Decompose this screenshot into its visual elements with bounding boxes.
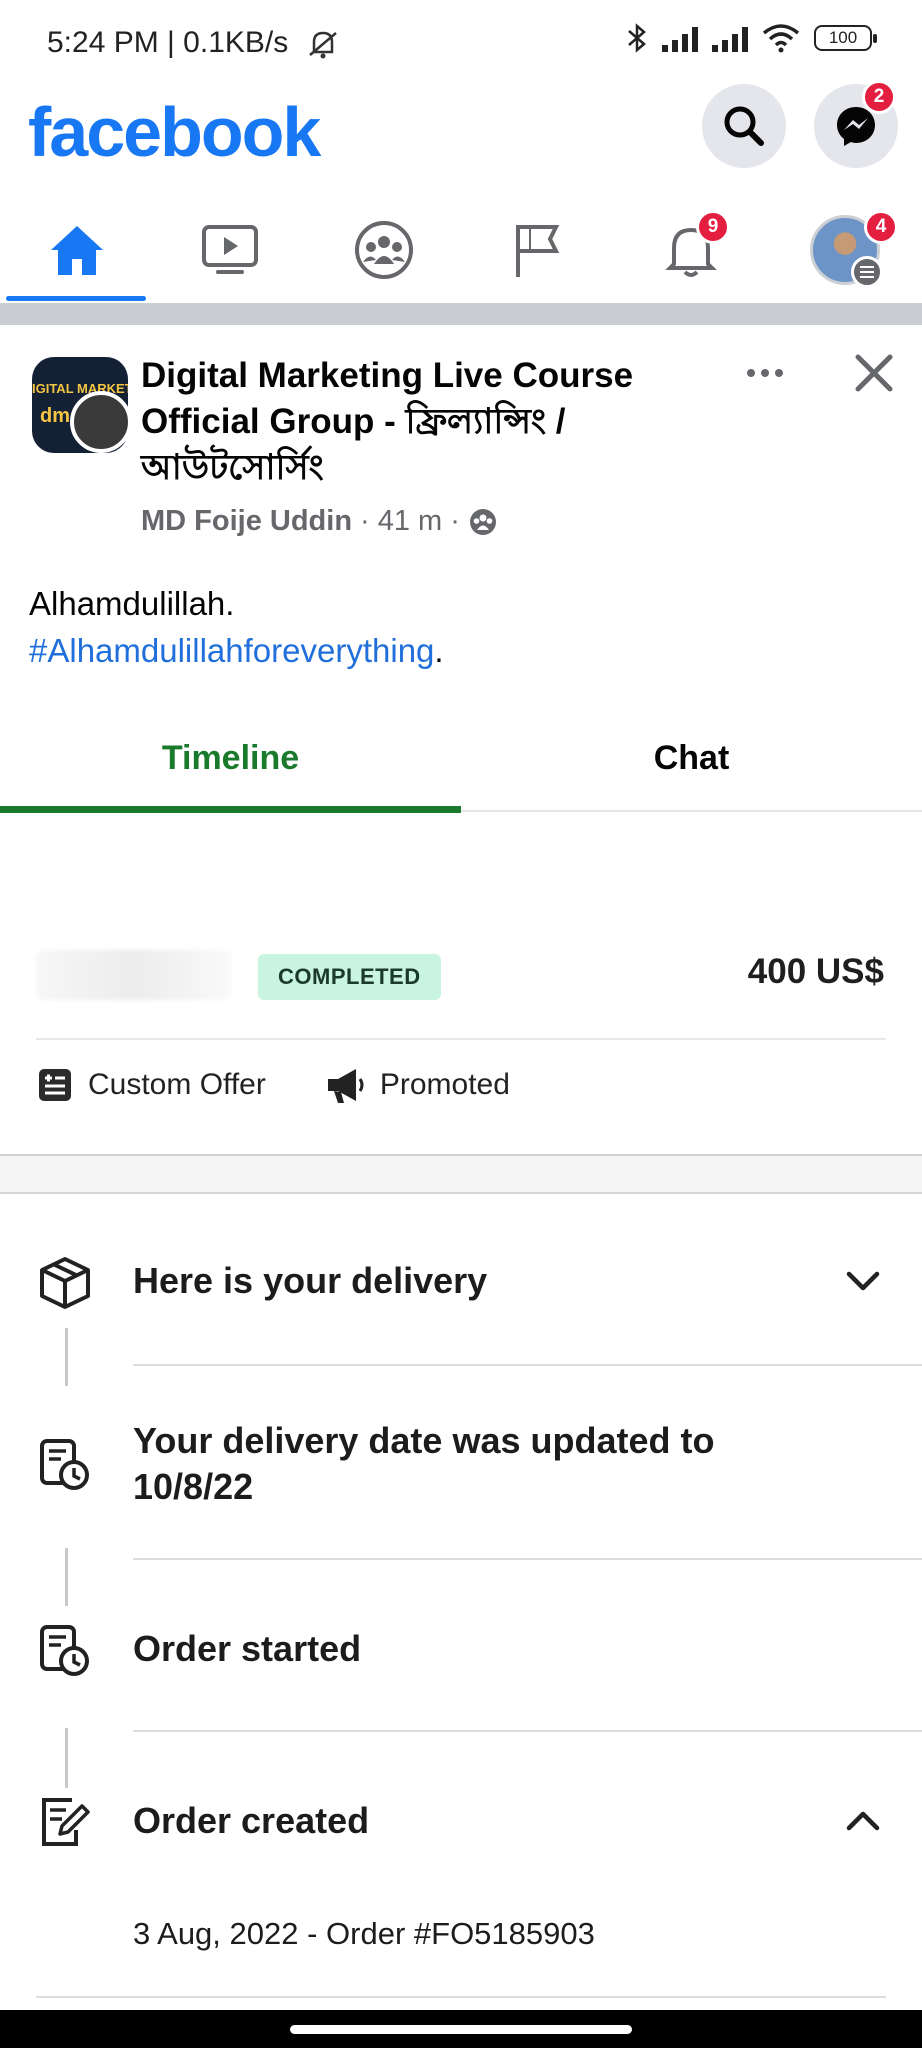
promoted-label: Promoted: [379, 1068, 510, 1101]
facebook-logo[interactable]: facebook: [28, 92, 321, 172]
order-summary: COMPLETED 400 US$: [0, 930, 922, 1020]
home-icon: [51, 226, 103, 275]
tab-chat[interactable]: Chat: [461, 700, 922, 816]
battery-level: 100: [828, 28, 858, 47]
post-text: Alhamdulillah. #Alhamdulillahforeverythi…: [29, 580, 444, 674]
tab-timeline[interactable]: Timeline: [0, 700, 461, 816]
section-band: [0, 1156, 922, 1192]
more-icon: [747, 369, 755, 377]
order-tabs: Timeline Chat: [0, 700, 922, 816]
hashtag-link[interactable]: #Alhamdulillahforeverything: [29, 632, 434, 669]
avatar-text-logo: dm: [40, 405, 70, 427]
timeline-connector: [65, 1548, 68, 1606]
notifications-badge: 9: [696, 210, 730, 244]
timeline-separator: [133, 1364, 922, 1366]
document-clock-icon: [40, 1625, 89, 1676]
signal-2-icon: [712, 24, 748, 52]
custom-offer-icon: [39, 1069, 71, 1101]
active-tab-underline: [0, 806, 461, 813]
wifi-icon: [762, 24, 800, 53]
order-created-detail: 3 Aug, 2022 - Order #FO5185903: [133, 1916, 595, 1951]
meta-dot: ·: [360, 505, 370, 537]
tab-pages[interactable]: [460, 200, 614, 300]
menu-badge: 4: [864, 210, 898, 244]
divider: [36, 1038, 886, 1040]
timeline-item-date-updated[interactable]: Your delivery date was updated to 10/8/2…: [133, 1418, 833, 1510]
menu-icon: [851, 256, 883, 288]
timeline-item-order-created[interactable]: Order created: [133, 1798, 369, 1844]
timeline-separator: [36, 1996, 886, 1998]
search-button[interactable]: [702, 84, 786, 168]
divider: [0, 1192, 922, 1194]
post-time[interactable]: 41 m: [378, 505, 442, 538]
close-icon[interactable]: [850, 349, 898, 397]
bluetooth-icon: [628, 23, 646, 53]
package-icon: [40, 1257, 90, 1309]
app-header: facebook 2: [0, 80, 922, 188]
edit-document-icon: [42, 1798, 90, 1846]
megaphone-icon: [327, 1069, 364, 1103]
group-audience-icon: [469, 508, 496, 535]
search-icon: [724, 106, 764, 146]
timeline-connector: [65, 1328, 68, 1386]
meta-dot: ·: [450, 505, 460, 537]
tab-menu[interactable]: 4: [768, 200, 922, 300]
more-options-button[interactable]: [740, 353, 790, 393]
messenger-button[interactable]: 2: [814, 80, 898, 168]
home-indicator[interactable]: [290, 2025, 632, 2034]
order-tags: Custom Offer Promoted: [36, 1065, 510, 1105]
custom-offer-label: Custom Offer: [88, 1068, 266, 1101]
author-name[interactable]: MD Foije Uddin: [141, 505, 352, 538]
post-meta: MD Foije Uddin · 41 m ·: [141, 505, 498, 538]
timeline-separator: [133, 1558, 922, 1560]
tab-divider: [461, 810, 922, 812]
document-clock-icon: [40, 1439, 89, 1490]
post-body: Alhamdulillah.: [29, 585, 235, 622]
signal-1-icon: [662, 24, 698, 52]
status-bar: 5:24 PM | 0.1KB/s 100: [0, 0, 922, 84]
blurred-gig-image: [36, 950, 232, 1000]
active-tab-indicator: [6, 296, 146, 301]
flag-icon: [516, 225, 560, 277]
battery-icon: 100: [814, 25, 877, 51]
group-name[interactable]: Digital Marketing Live Course Official G…: [141, 353, 701, 491]
timeline-item-delivery[interactable]: Here is your delivery: [133, 1258, 487, 1304]
main-nav: 9 4: [0, 200, 922, 304]
chevron-down-icon[interactable]: [840, 1258, 886, 1304]
tab-notifications[interactable]: 9: [614, 200, 768, 300]
hashtag-suffix: .: [434, 632, 444, 669]
chevron-up-icon[interactable]: [840, 1798, 886, 1844]
tab-home[interactable]: [0, 200, 154, 300]
groups-icon: [355, 221, 413, 279]
timeline-separator: [133, 1730, 922, 1732]
messenger-badge: 2: [862, 80, 896, 114]
timeline-item-order-started[interactable]: Order started: [133, 1626, 361, 1672]
nav-separator: [0, 303, 922, 325]
status-time: 5:24 PM | 0.1KB/s: [47, 26, 289, 59]
mute-bell-icon: [309, 31, 337, 59]
video-icon: [202, 225, 258, 274]
order-price: 400 US$: [747, 952, 884, 991]
author-avatar[interactable]: [70, 391, 132, 453]
timeline-connector: [65, 1728, 68, 1788]
tab-groups[interactable]: [307, 200, 461, 300]
status-badge: COMPLETED: [258, 954, 441, 1000]
tab-watch[interactable]: [153, 200, 307, 300]
